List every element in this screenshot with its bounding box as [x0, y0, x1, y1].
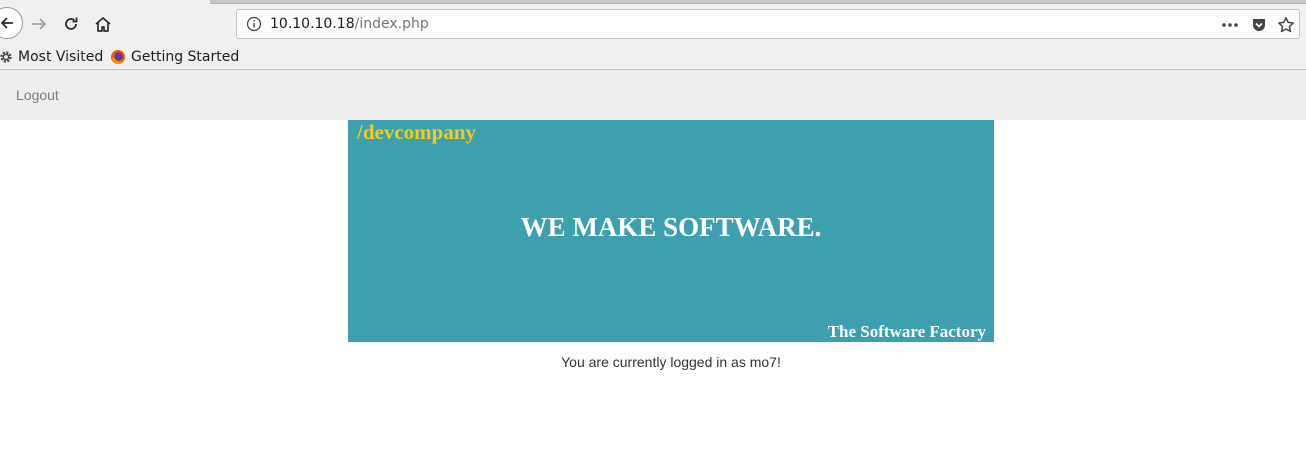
- url-text[interactable]: 10.10.10.18/index.php: [270, 16, 429, 32]
- firefox-icon: [111, 50, 125, 64]
- address-bar[interactable]: 10.10.10.18/index.php: [236, 9, 1300, 39]
- back-button[interactable]: [0, 7, 23, 39]
- bookmark-label: Getting Started: [131, 49, 240, 65]
- url-path: /index.php: [354, 16, 429, 32]
- pocket-button[interactable]: [1249, 15, 1269, 35]
- home-button[interactable]: [88, 9, 118, 39]
- bookmark-label: Most Visited: [18, 49, 104, 65]
- home-icon: [95, 17, 111, 32]
- forward-button[interactable]: [24, 9, 54, 39]
- pocket-icon: [1253, 19, 1265, 31]
- star-icon: [1278, 17, 1294, 33]
- reload-icon: [65, 17, 78, 30]
- banner-tagline: The Software Factory: [827, 322, 986, 341]
- bookmark-getting-started[interactable]: Getting Started: [110, 47, 239, 67]
- page-actions-button[interactable]: [1220, 15, 1240, 35]
- arrow-left-icon: [0, 17, 13, 29]
- more-dots-icon: [1222, 23, 1238, 27]
- bookmark-star-button[interactable]: [1276, 15, 1296, 35]
- reload-button[interactable]: [56, 9, 86, 39]
- browser-toolbar: 10.10.10.18/index.php: [0, 0, 1306, 46]
- tab-strip-edge: [210, 0, 1306, 4]
- login-status-text: You are currently logged in as mo7!: [561, 354, 781, 370]
- bookmark-most-visited[interactable]: Most Visited: [0, 47, 103, 67]
- gear-icon: [0, 51, 12, 63]
- banner-headline: WE MAKE SOFTWARE.: [520, 212, 822, 242]
- site-navbar: Logout: [0, 70, 1306, 120]
- bookmarks-toolbar: Most Visited Getting Started: [0, 46, 1306, 70]
- brand-logo-text: /devcompany: [357, 120, 477, 144]
- arrow-right-icon: [32, 18, 47, 30]
- logout-link[interactable]: Logout: [16, 87, 59, 103]
- info-icon[interactable]: [246, 16, 262, 32]
- url-host: 10.10.10.18: [270, 16, 355, 32]
- hero-banner: /devcompany WE MAKE SOFTWARE. The Softwa…: [348, 120, 994, 342]
